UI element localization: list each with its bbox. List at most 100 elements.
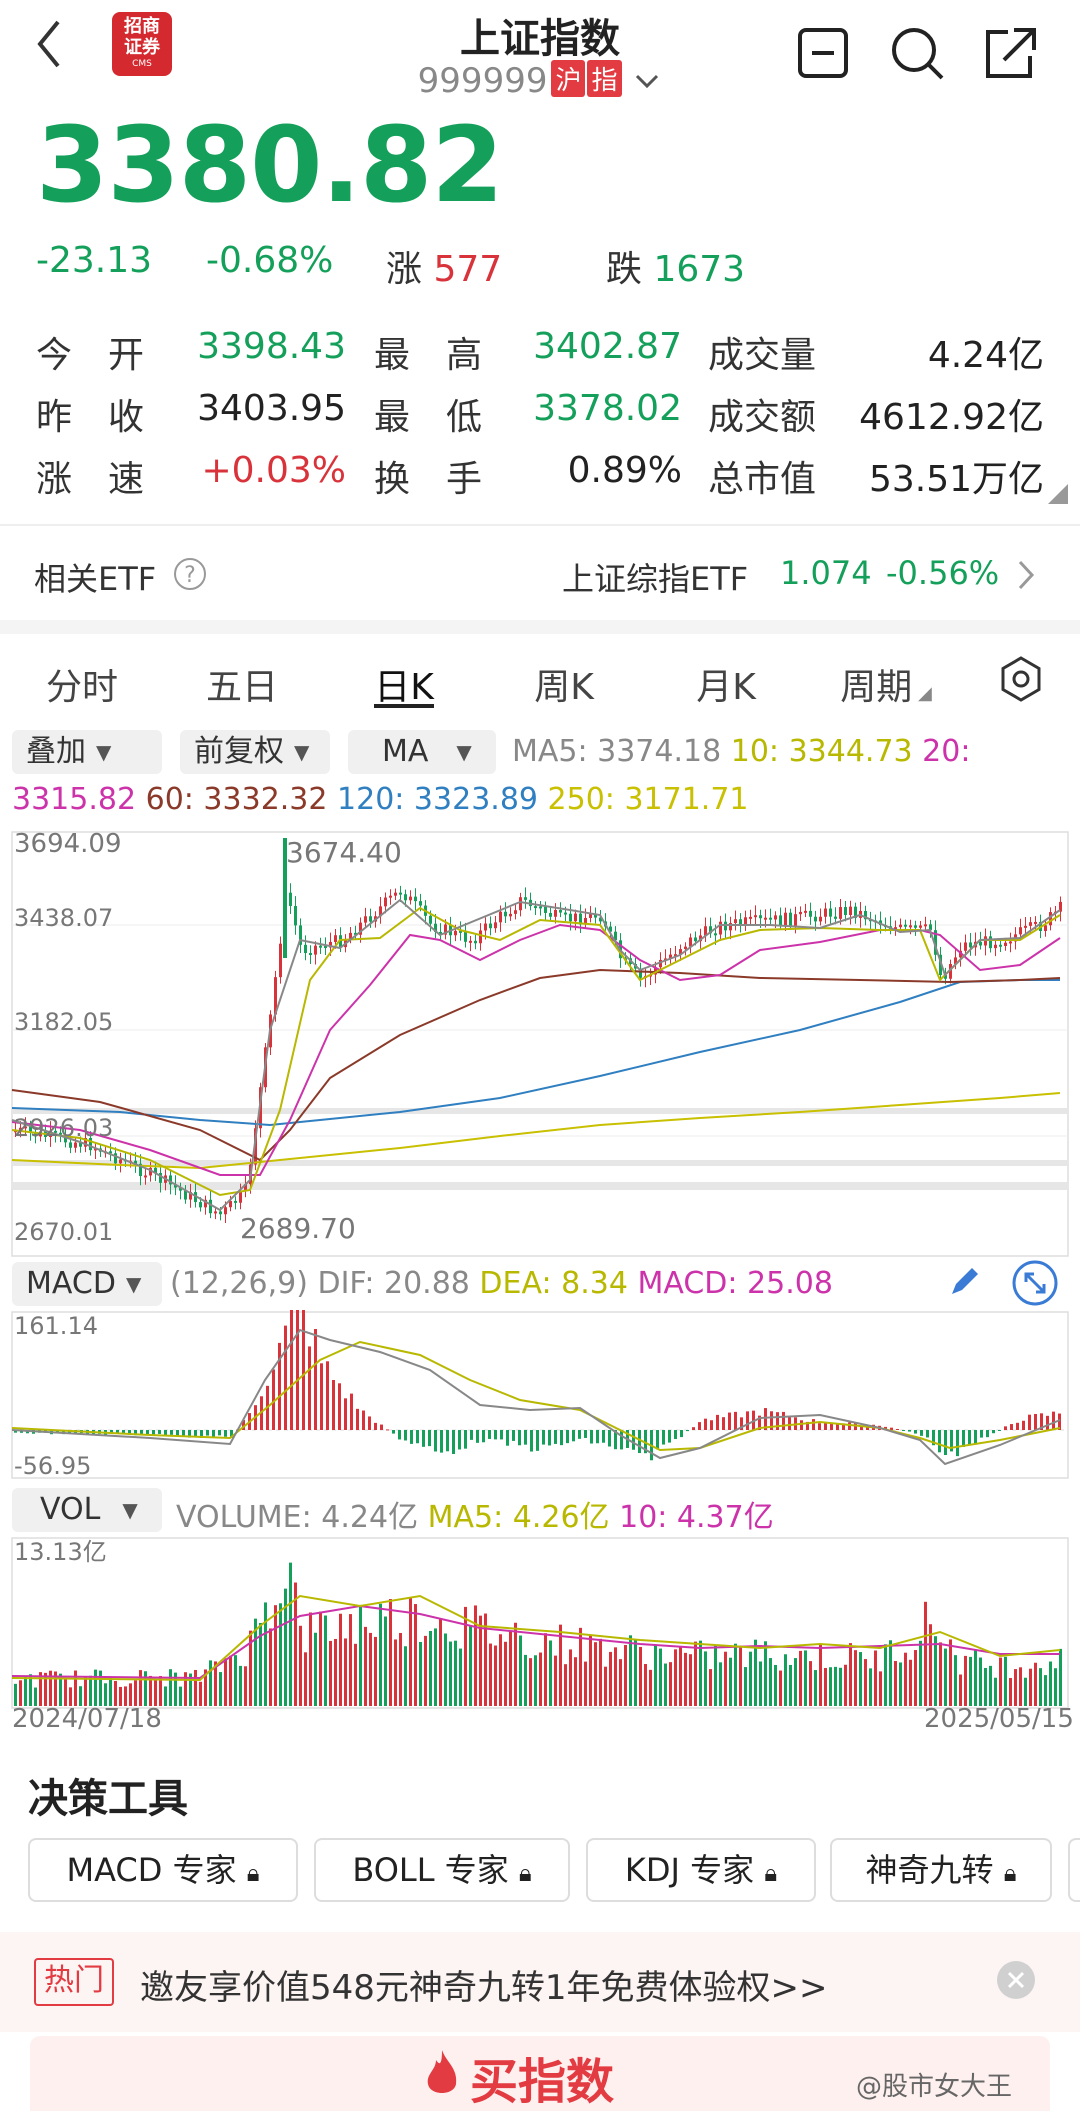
volume-bar [719,1662,722,1706]
macd-bar [662,1430,665,1445]
volume-bar [554,1655,557,1706]
volume-bar [179,1686,182,1706]
candle [779,915,782,926]
macd-bar [362,1410,365,1430]
candle [999,944,1002,947]
more-tools-button[interactable] [1068,1838,1080,1902]
tool-label: MACD 专家 [66,1851,237,1889]
close-icon[interactable] [996,1960,1036,2000]
kline-chart[interactable]: 3694.09 3438.07 3182.05 2926.03 2670.01 … [0,830,1080,1260]
macd-expert-button[interactable]: MACD 专家 🔒︎ [28,1838,298,1902]
candle [919,925,922,928]
volume-bar [264,1602,267,1706]
overlay-dropdown[interactable]: 叠加 ▼ [12,730,162,774]
minus-square-icon[interactable] [790,18,860,88]
candle [719,921,722,935]
volume-bar [869,1668,872,1706]
tab-timeshare[interactable]: 分时 [12,658,152,710]
macd-bar [350,1393,353,1430]
volume-bar [129,1683,132,1706]
volume-bar [859,1652,862,1706]
ma10-line [11,906,1061,1197]
tab-week-k[interactable]: 周K [494,658,634,710]
volume-bar [649,1669,652,1706]
candle [304,944,307,954]
macd-bar [512,1430,515,1441]
candle [504,911,507,917]
boll-expert-button[interactable]: BOLL 专家 🔒︎ [314,1838,570,1902]
volume-bar [619,1659,622,1706]
tab-five-day[interactable]: 五日 [172,658,312,710]
candle [1024,925,1027,928]
volume-bar [569,1649,572,1706]
tab-period[interactable]: 周期 ◢ [816,658,956,710]
candle [794,914,797,926]
volume-bar [964,1655,967,1706]
promo-banner[interactable]: 热门 邀友享价值548元神奇九转1年免费体验权>> [0,1932,1080,2032]
macd-bar [506,1430,509,1446]
macd-chart[interactable]: 161.14 -56.95 [0,1310,1080,1480]
candle [514,910,517,914]
expand-corner-icon[interactable] [1048,484,1068,504]
candle [824,908,827,917]
tool-label: 神奇九转 [865,1851,994,1889]
vol-ma10: 10: 4.37亿 [619,1500,774,1535]
macd-bar [818,1423,821,1430]
share-icon[interactable] [974,18,1044,88]
candle [234,1200,237,1203]
tab-month-k[interactable]: 月K [656,658,796,710]
volume-bar [979,1657,982,1706]
chart-settings-icon[interactable] [996,654,1046,704]
current-price: 3380.82 [36,104,504,226]
volume-bar [804,1650,807,1706]
volume-bar [114,1681,117,1706]
candle [394,892,397,896]
volume-bar [374,1636,377,1706]
related-etf-row[interactable]: 相关ETF ? 上证综指ETF 1.074 -0.56% [0,530,1080,620]
macd-bar [1052,1411,1055,1430]
prev-close-value: 3403.95 [197,388,346,429]
macd-bar [584,1430,587,1438]
search-icon[interactable] [882,18,952,88]
candle [279,943,282,978]
adjust-dropdown[interactable]: 前复权 ▼ [180,730,330,774]
candle [369,916,372,922]
candle [469,940,472,943]
candle [839,907,842,919]
macd-bar [536,1430,539,1451]
volume-bar [644,1664,647,1706]
candle [219,1211,222,1215]
kline-min-label: 2689.70 [240,1212,356,1245]
volume-bar [694,1641,697,1706]
vol-dropdown[interactable]: VOL ▼ [12,1488,162,1532]
macd-dropdown[interactable]: MACD ▼ [12,1262,162,1306]
volume-bar [1019,1667,1022,1706]
indicator-dropdown[interactable]: MA ▼ [348,730,496,774]
edit-icon[interactable] [944,1262,984,1302]
macd-bar [638,1430,641,1454]
magic-nine-button[interactable]: 神奇九转 🔒︎ [830,1838,1052,1902]
volume-bar [454,1640,457,1706]
ma120-line [11,979,1060,1127]
candle [804,910,807,913]
help-icon[interactable]: ? [172,556,208,592]
kdj-expert-button[interactable]: KDJ 专家 🔒︎ [586,1838,816,1902]
volume-bar [449,1641,452,1706]
expand-icon[interactable] [1010,1258,1060,1308]
volume-chart[interactable]: 13.13亿 [0,1536,1080,1712]
tab-day-k[interactable]: 日K [334,658,474,710]
volume-bar [844,1664,847,1706]
candle [969,942,972,948]
candle [209,1199,212,1214]
volume-bar [934,1636,937,1706]
lock-icon: 🔒︎ [1003,1859,1017,1887]
macd-bar [956,1430,959,1457]
open-value: 3398.43 [197,326,346,367]
volume-bar [504,1641,507,1706]
amount-label: 成交额 [708,397,817,438]
related-etf-label: 相关ETF [34,560,157,598]
volume-bar [904,1652,907,1706]
macd-bar [470,1430,473,1440]
volume-bar [524,1654,527,1706]
volume-bar [594,1642,597,1706]
